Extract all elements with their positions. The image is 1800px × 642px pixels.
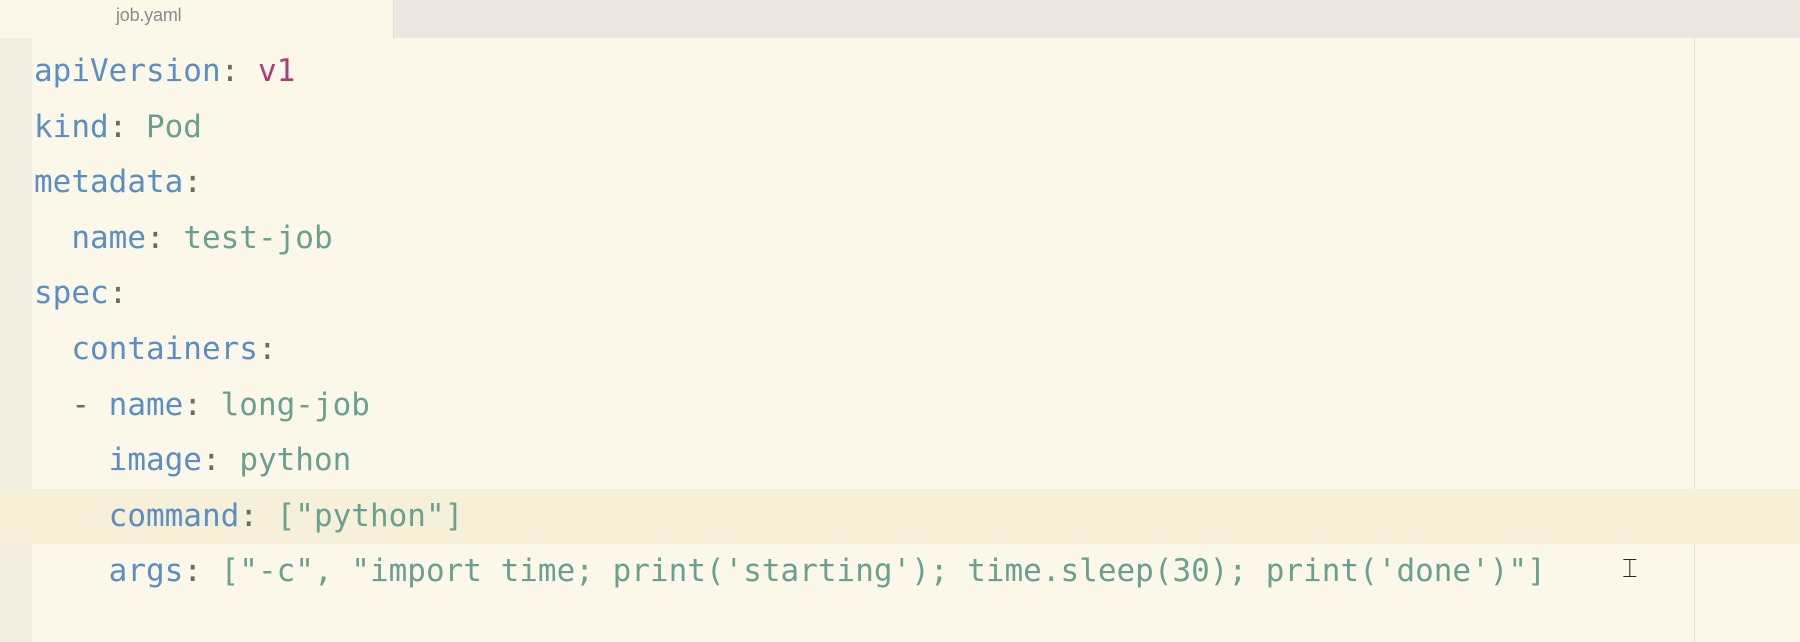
yaml-value: long-job bbox=[220, 386, 370, 423]
yaml-key: containers bbox=[71, 330, 258, 367]
code-line[interactable]: containers: bbox=[34, 322, 1800, 378]
yaml-value: python bbox=[239, 442, 352, 479]
yaml-key: args bbox=[108, 553, 184, 590]
yaml-separator: : bbox=[145, 219, 184, 256]
tab-bar: job.yaml bbox=[0, 0, 1800, 39]
yaml-value: test-job bbox=[183, 219, 333, 256]
code-line[interactable]: name: test-job bbox=[34, 211, 1800, 267]
yaml-separator: : bbox=[257, 330, 277, 367]
code-line[interactable]: kind: Pod bbox=[34, 100, 1800, 156]
code-line[interactable]: - name: long-job bbox=[34, 378, 1800, 434]
yaml-separator: : bbox=[183, 164, 202, 201]
yaml-key: metadata bbox=[34, 164, 184, 201]
code-line[interactable]: args: ["-c", "import time; print('starti… bbox=[34, 544, 1800, 600]
yaml-key: image bbox=[108, 442, 202, 479]
yaml-separator: : bbox=[183, 386, 221, 423]
yaml-key: name bbox=[108, 386, 184, 423]
yaml-separator: : bbox=[183, 553, 221, 590]
yaml-key: kind bbox=[34, 108, 109, 145]
editor-gutter bbox=[0, 38, 32, 642]
yaml-separator: : bbox=[220, 53, 258, 89]
yaml-value: v1 bbox=[257, 53, 296, 89]
yaml-value: ["-c", "import time; print('starting'); … bbox=[220, 553, 1546, 590]
yaml-key: apiVersion bbox=[34, 53, 221, 89]
i-beam-cursor-icon: ⌶ bbox=[1622, 554, 1638, 584]
editor-window: job.yaml apiVersion: v1 kind: Pod metadata… bbox=[0, 0, 1800, 642]
code-line-current[interactable]: command: ["python"] bbox=[0, 488, 1800, 545]
yaml-separator: : bbox=[201, 442, 240, 479]
code-line[interactable]: metadata: bbox=[34, 155, 1800, 211]
code-area[interactable]: apiVersion: v1 kind: Pod metadata: name: t… bbox=[0, 44, 1800, 642]
yaml-value: Pod bbox=[145, 108, 202, 145]
yaml-separator: : bbox=[108, 108, 146, 145]
code-line[interactable]: image: python bbox=[34, 433, 1800, 489]
yaml-key: name bbox=[71, 219, 146, 256]
yaml-key: spec bbox=[34, 275, 109, 312]
yaml-separator: : bbox=[108, 275, 128, 312]
yaml-value: ["python"] bbox=[276, 497, 464, 534]
tab-label: job.yaml bbox=[116, 5, 182, 25]
code-line[interactable]: spec: bbox=[34, 266, 1800, 322]
yaml-key: command bbox=[108, 497, 240, 534]
line-dash: - bbox=[71, 386, 109, 423]
tab-job-yaml[interactable]: job.yaml bbox=[0, 0, 394, 39]
code-line[interactable]: apiVersion: v1 bbox=[34, 44, 1800, 100]
yaml-separator: : bbox=[239, 497, 277, 534]
